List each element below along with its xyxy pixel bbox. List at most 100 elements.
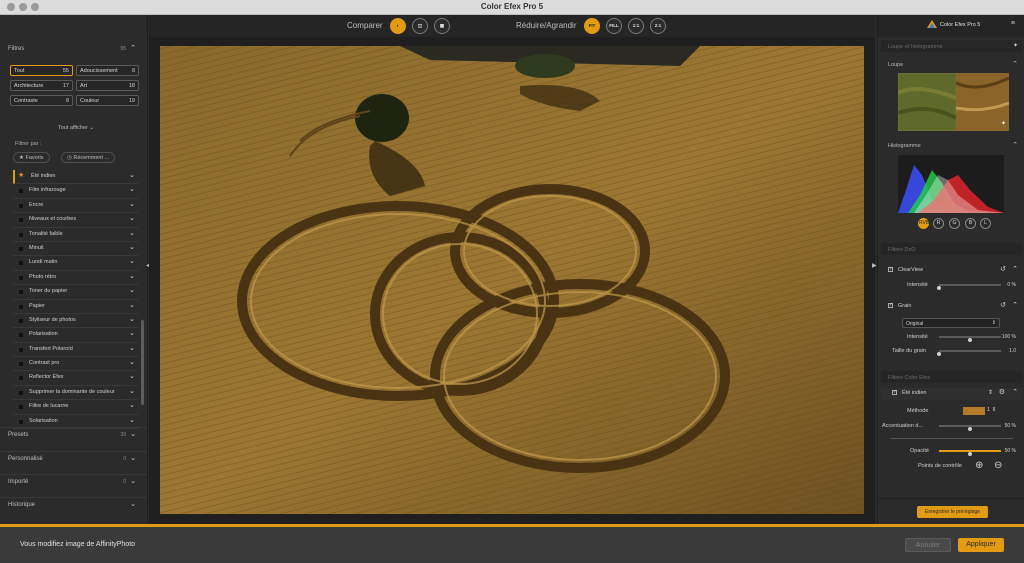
chevron-down-icon[interactable]: ⌄ (129, 171, 135, 179)
chevron-up-icon[interactable]: ⌃ (130, 44, 136, 52)
chevron-down-icon[interactable]: ⌄ (129, 286, 135, 294)
chevron-down-icon[interactable]: ⌄ (129, 272, 135, 280)
apply-button[interactable]: Appliquer (958, 538, 1004, 552)
chevron-down-icon[interactable]: ⌄ (130, 477, 136, 485)
preview-canvas[interactable] (149, 37, 875, 525)
clearview-checkbox[interactable]: ✓ (888, 267, 893, 272)
zoom-fit-button[interactable]: FIT (584, 18, 600, 34)
category-button-contrast[interactable]: Contraste 8 (10, 95, 73, 106)
filter-item[interactable]: Toner du papier ⌄ (13, 285, 138, 300)
slider-knob[interactable] (968, 452, 972, 456)
filter-item[interactable]: Polarisation ⌄ (13, 328, 138, 343)
channel-l-button[interactable]: L (980, 218, 991, 229)
color-efex-filters-header[interactable]: Filtres Color Efex (881, 371, 1022, 383)
filters-section-header[interactable]: Filtres 55 ⌃ (0, 42, 147, 56)
filter-item-ete-indien[interactable]: ★ Été indien ⌄ (13, 170, 138, 185)
filter-item[interactable]: Styliseur de photos ⌄ (13, 314, 138, 329)
chevron-down-icon[interactable]: ⌄ (129, 200, 135, 208)
chevron-up-icon[interactable]: ⌃ (1012, 265, 1018, 273)
filter-item[interactable]: Tonalité faible ⌄ (13, 228, 138, 242)
imported-section-header[interactable]: Importé 0 ⌄ (0, 474, 147, 488)
chevron-down-icon[interactable]: ⌄ (129, 358, 135, 366)
chevron-down-icon[interactable]: ⌄ (129, 214, 135, 222)
pin-icon[interactable]: ✦ (1013, 42, 1018, 49)
chevron-down-icon[interactable]: ⌄ (129, 401, 135, 409)
category-button-softening[interactable]: Adoucissement 8 (76, 65, 139, 76)
zoom-1-1-button[interactable]: 1:1 (628, 18, 644, 34)
chevron-down-icon[interactable]: ⌄ (129, 315, 135, 323)
zoom-fill-button[interactable]: FILL (606, 18, 622, 34)
filter-item[interactable]: Supprimer la dominante de couleur ⌄ (13, 386, 138, 401)
category-button-all[interactable]: Tout 55 (10, 65, 73, 76)
slider-knob[interactable] (937, 286, 941, 290)
reset-icon[interactable]: ↺ (1000, 265, 1006, 273)
gear-icon[interactable]: ⚙ (999, 388, 1005, 396)
control-point-remove-icon[interactable]: ⊖ (994, 460, 1002, 471)
chevron-down-icon[interactable]: ⌄ (129, 229, 135, 237)
filter-item[interactable]: Reflector Efex ⌄ (13, 371, 138, 386)
filter-item[interactable]: Lundi matin ⌄ (13, 256, 138, 271)
category-button-architecture[interactable]: Architecture 17 (10, 80, 73, 91)
recent-pill[interactable]: ◷ Récemment ... (61, 152, 116, 163)
slider-knob[interactable] (968, 338, 972, 342)
chevron-down-icon[interactable]: ⌄ (129, 416, 135, 424)
channel-rgb-button[interactable]: RVB (918, 218, 929, 229)
histogram-header[interactable]: Histogramme ⌃ (881, 139, 1022, 151)
filter-item[interactable]: Encre ⌄ (13, 199, 138, 214)
chevron-down-icon[interactable]: ⌄ (130, 500, 136, 508)
chevron-down-icon[interactable]: ⌄ (129, 329, 135, 337)
chevron-up-icon[interactable]: ⌃ (1012, 388, 1018, 396)
history-section-header[interactable]: Historique ⌄ (0, 497, 147, 511)
chevron-down-icon[interactable]: ⌄ (129, 344, 135, 352)
chevron-down-icon[interactable]: ⌄ (129, 243, 135, 251)
accent-slider[interactable] (939, 425, 1001, 431)
loupe-histo-header[interactable]: Loupe et histogramme ✦ (881, 40, 1022, 52)
grain-mode-select[interactable]: Original ⇕ (902, 318, 1000, 328)
filter-item[interactable]: Transfert Polaroïd ⌄ (13, 343, 138, 358)
chevron-updown-icon[interactable]: ⇕ (988, 389, 993, 396)
slider-knob[interactable] (968, 427, 972, 431)
grain-size-slider[interactable] (937, 350, 1001, 356)
grain-intensity-slider[interactable] (939, 336, 1001, 342)
chevron-up-icon[interactable]: ⌃ (1012, 60, 1018, 68)
method-swatch[interactable] (963, 407, 985, 415)
chevron-down-icon[interactable]: ⌄ (130, 430, 136, 438)
panel-options-icon[interactable]: ≡ (1011, 20, 1015, 27)
filter-item[interactable]: Contrast pro ⌄ (13, 357, 138, 372)
channel-r-button[interactable]: R (933, 218, 944, 229)
chevron-down-icon[interactable]: ⌄ (129, 387, 135, 395)
chevron-down-icon[interactable]: ⌄ (129, 301, 135, 309)
chevron-down-icon[interactable]: ⌄ (130, 454, 136, 462)
collapse-right-panel-icon[interactable]: ▶ (872, 262, 877, 269)
slider-knob[interactable] (937, 352, 941, 356)
channel-b-button[interactable]: B (965, 218, 976, 229)
chevron-down-icon[interactable]: ⌄ (129, 257, 135, 265)
clearview-header[interactable]: ✓ ClearView ↺ ⌃ (881, 265, 1022, 277)
category-button-color[interactable]: Couleur 19 (76, 95, 139, 106)
chevron-down-icon[interactable]: ⌄ (129, 185, 135, 193)
chevron-up-icon[interactable]: ⌃ (1012, 301, 1018, 309)
favorites-pill[interactable]: ★ Favoris (13, 152, 50, 163)
filter-item[interactable]: Filtre de lucarne ⌄ (13, 400, 138, 415)
filter-item[interactable]: Minuit ⌄ (13, 242, 138, 257)
channel-g-button[interactable]: G (949, 218, 960, 229)
filter-item[interactable]: Niveaux et courbes ⌄ (13, 213, 138, 228)
grain-checkbox[interactable]: ✓ (888, 303, 893, 308)
compare-split-icon[interactable]: ◐ (390, 18, 406, 34)
loupe-header[interactable]: Loupe ⌃ (881, 58, 1022, 70)
grain-header[interactable]: ✓ Grain ↺ ⌃ (881, 301, 1022, 313)
dxo-filters-header[interactable]: Filtres DxO (881, 243, 1022, 255)
reset-icon[interactable]: ↺ (1000, 301, 1006, 309)
filter-list-scrollbar[interactable] (141, 320, 144, 405)
method-stepper[interactable]: 1 ⇕ (987, 407, 996, 413)
opacity-slider[interactable] (939, 450, 1001, 456)
chevron-up-icon[interactable]: ⌃ (1012, 141, 1018, 149)
filter-item[interactable]: Photo rétro ⌄ (13, 271, 138, 286)
filter-item[interactable]: Papier ⌄ (13, 300, 138, 314)
category-button-art[interactable]: Art 18 (76, 80, 139, 91)
ete-indien-checkbox[interactable]: ✓ (892, 390, 897, 395)
compare-side-by-side-icon[interactable]: ◫ (412, 18, 428, 34)
clearview-intensity-slider[interactable] (937, 284, 1001, 290)
presets-section-header[interactable]: Presets 39 ⌄ (0, 427, 147, 441)
control-point-add-icon[interactable]: ⊕ (975, 460, 983, 471)
